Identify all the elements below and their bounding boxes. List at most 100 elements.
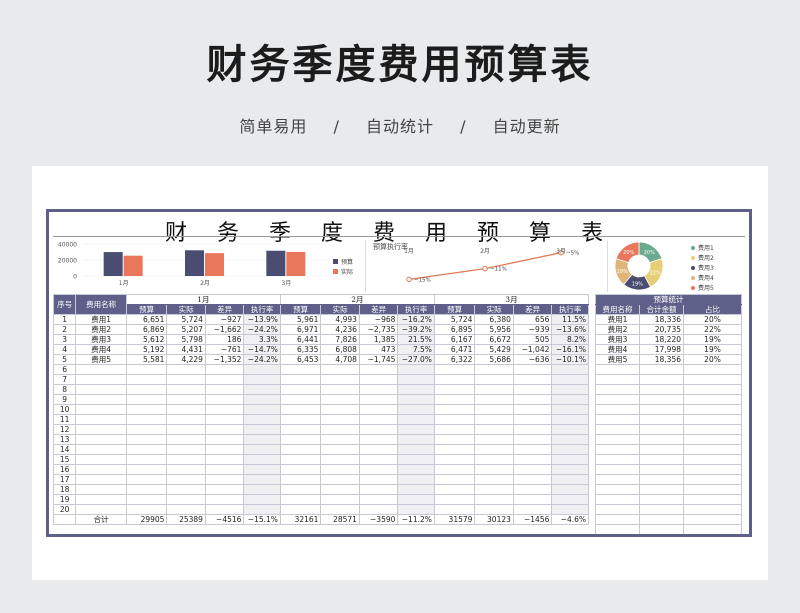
empty-cell xyxy=(125,464,168,475)
pie-data-label: 20% xyxy=(644,250,655,256)
row-seq: 14 xyxy=(52,444,77,455)
tag-sep: / xyxy=(460,117,467,136)
row-value: −39.2% xyxy=(397,324,435,335)
stats-ratio: 20% xyxy=(682,314,743,325)
empty-cell xyxy=(433,384,476,395)
col-sub-header: 预算 xyxy=(433,304,476,315)
row-value: 4,236 xyxy=(320,324,360,335)
chart-divider xyxy=(607,240,608,292)
empty-cell xyxy=(397,414,435,425)
empty-cell xyxy=(595,384,640,395)
empty-cell xyxy=(75,494,127,505)
col-sub-header: 执行率 xyxy=(397,304,435,315)
line-point xyxy=(406,276,412,283)
row-value: 6,441 xyxy=(279,334,322,345)
empty-cell xyxy=(279,474,322,485)
stats-row xyxy=(595,424,743,435)
row-value: 4,229 xyxy=(166,354,206,365)
table-row: 9 xyxy=(52,394,589,405)
empty-cell xyxy=(551,424,589,435)
empty-cell xyxy=(204,384,245,395)
row-value: 5,724 xyxy=(433,314,476,325)
empty-cell xyxy=(595,504,640,515)
spreadsheet-frame: 财务季度费用预算表 40000 20000 0 1月 2月 3月 预算 实际 预算执行率 −15… xyxy=(46,209,752,537)
stats-row xyxy=(595,514,743,525)
empty-cell xyxy=(397,444,435,455)
table-row: 11 xyxy=(52,414,589,425)
stats-col-total: 合计金额 xyxy=(639,304,684,315)
empty-cell xyxy=(397,454,435,465)
empty-cell xyxy=(474,494,514,505)
line-data-label: −11% xyxy=(490,267,507,273)
empty-cell xyxy=(243,374,281,385)
empty-cell xyxy=(166,394,206,405)
line-data-label: −5% xyxy=(566,251,579,257)
bar-y-tick: 20000 xyxy=(58,258,77,265)
empty-cell xyxy=(551,384,589,395)
total-value: 30123 xyxy=(474,514,514,525)
total-value: −15.1% xyxy=(243,514,281,525)
empty-cell xyxy=(397,404,435,415)
legend-swatch xyxy=(333,259,338,264)
stats-name: 费用2 xyxy=(595,324,640,335)
row-value: 505 xyxy=(512,334,553,345)
empty-cell xyxy=(358,504,399,515)
stats-name: 费用5 xyxy=(595,354,640,365)
empty-cell xyxy=(204,424,245,435)
empty-cell xyxy=(166,454,206,465)
empty-cell xyxy=(512,494,553,505)
empty-cell xyxy=(243,444,281,455)
table-row: 4 费用4 5,192 4,431 −761 −14.7% 6,335 6,808 473 7.5… xyxy=(52,344,589,355)
row-value: −27.0% xyxy=(397,354,435,365)
empty-cell xyxy=(166,404,206,415)
empty-cell xyxy=(397,474,435,485)
row-value: 6,672 xyxy=(474,334,514,345)
empty-cell xyxy=(474,404,514,415)
line-point xyxy=(482,265,488,272)
empty-cell xyxy=(551,364,589,375)
empty-cell xyxy=(166,494,206,505)
col-name: 费用名称 xyxy=(75,294,127,315)
empty-cell xyxy=(433,474,476,485)
empty-cell xyxy=(279,414,322,425)
stats-col-ratio: 占比 xyxy=(682,304,743,315)
stats-row xyxy=(595,504,743,515)
row-value: 21.5% xyxy=(397,334,435,345)
row-value: −10.1% xyxy=(551,354,589,365)
empty-cell xyxy=(243,484,281,495)
row-value: 473 xyxy=(358,344,399,355)
row-value: −1,662 xyxy=(204,324,245,335)
empty-cell xyxy=(320,434,360,445)
stats-row xyxy=(595,494,743,505)
empty-cell xyxy=(551,374,589,385)
col-month-2: 2月 xyxy=(279,294,435,305)
col-seq: 序号 xyxy=(52,294,77,315)
bar-x-tick: 2月 xyxy=(200,280,210,287)
empty-cell xyxy=(125,394,168,405)
stats-row xyxy=(595,524,743,534)
empty-cell xyxy=(125,484,168,495)
row-value: 5,612 xyxy=(125,334,168,345)
row-value: −1,042 xyxy=(512,344,553,355)
empty-cell xyxy=(243,454,281,465)
empty-cell xyxy=(358,414,399,425)
row-seq: 13 xyxy=(52,434,77,445)
table-row: 3 费用3 5,612 5,798 186 3.3% 6,441 7,826 1,385 21.5… xyxy=(52,334,589,345)
legend-swatch xyxy=(691,276,695,280)
col-month-3: 3月 xyxy=(433,294,590,305)
empty-cell xyxy=(433,364,476,375)
empty-cell xyxy=(320,414,360,425)
row-value: 5,192 xyxy=(125,344,168,355)
empty-cell xyxy=(551,504,589,515)
empty-cell xyxy=(639,474,684,485)
empty-cell xyxy=(682,464,743,475)
empty-cell xyxy=(474,384,514,395)
empty-cell xyxy=(166,364,206,375)
empty-cell xyxy=(358,394,399,405)
row-value: 5,686 xyxy=(474,354,514,365)
row-name: 费用5 xyxy=(75,354,127,365)
table-row: 18 xyxy=(52,484,589,495)
row-seq: 15 xyxy=(52,454,77,465)
empty-cell xyxy=(639,444,684,455)
empty-cell xyxy=(358,444,399,455)
